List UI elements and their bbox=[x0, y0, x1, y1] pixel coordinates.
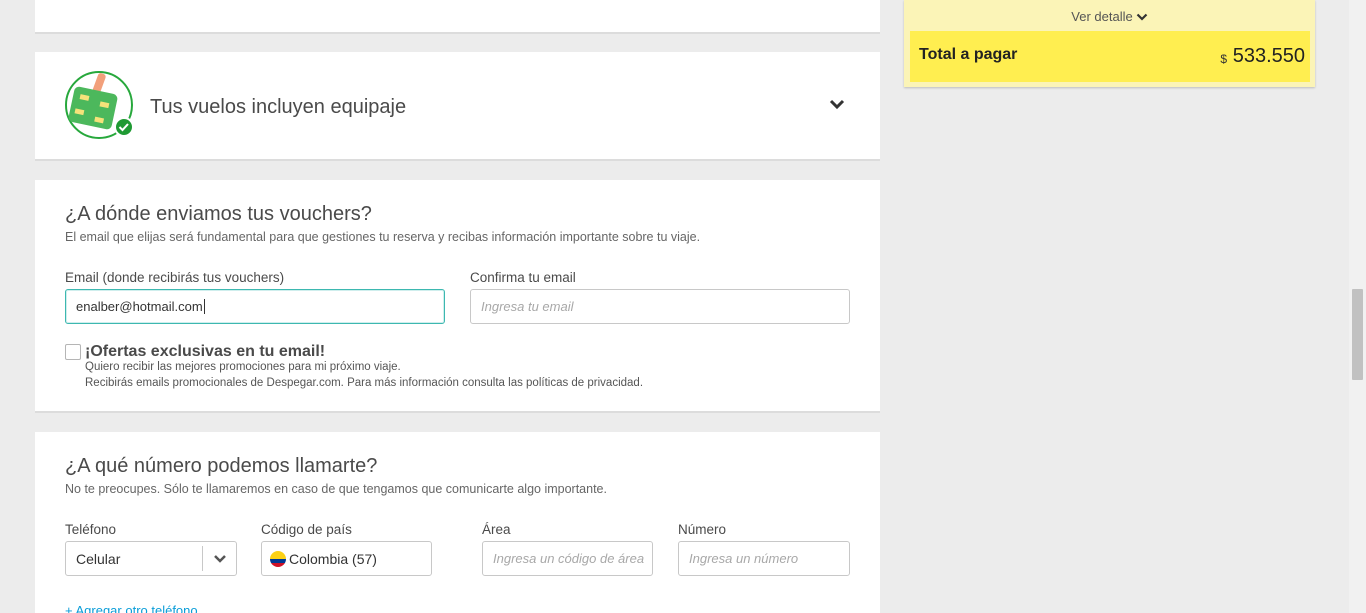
view-detail-label: Ver detalle bbox=[1071, 9, 1133, 24]
scrollbar-thumb[interactable] bbox=[1352, 289, 1363, 380]
offers-title: ¡Ofertas exclusivas en tu email! bbox=[85, 343, 326, 360]
phone-section-title: ¿A qué número podemos llamarte? bbox=[65, 455, 378, 477]
total-label: Total a pagar bbox=[919, 46, 1018, 63]
country-code-select[interactable]: Colombia (57) bbox=[261, 541, 432, 576]
offers-checkbox[interactable] bbox=[65, 344, 81, 360]
number-label: Número bbox=[678, 522, 727, 537]
chevron-down-icon bbox=[203, 554, 236, 564]
total-amount: 533.550 bbox=[1232, 45, 1305, 67]
luggage-title: Tus vuelos incluyen equipaje bbox=[150, 96, 407, 118]
area-code-placeholder: Ingresa un código de área bbox=[493, 551, 645, 566]
colombia-flag-icon bbox=[270, 550, 286, 567]
chevron-down-icon[interactable] bbox=[829, 99, 845, 111]
chevron-down-icon bbox=[1136, 13, 1147, 21]
email-section: ¿A dónde enviamos tus vouchers? El email… bbox=[35, 180, 880, 413]
email-value: enalber@hotmail.com bbox=[76, 299, 203, 314]
confirm-email-field[interactable]: Ingresa tu email bbox=[470, 289, 850, 324]
confirm-email-placeholder: Ingresa tu email bbox=[481, 299, 574, 314]
country-code-label: Código de país bbox=[261, 522, 352, 537]
offers-line-2: Recibirás emails promocionales de Despeg… bbox=[85, 377, 644, 389]
phone-type-label: Teléfono bbox=[65, 522, 117, 537]
email-section-subtitle: El email que elijas será fundamental par… bbox=[65, 230, 701, 244]
total-bar: Total a pagar $ 533.550 bbox=[910, 31, 1310, 82]
total-currency: $ bbox=[1220, 52, 1227, 66]
phone-number-field[interactable]: Ingresa un número bbox=[678, 541, 850, 576]
offers-line-1: Quiero recibir las mejores promociones p… bbox=[85, 361, 401, 373]
phone-type-select[interactable]: Celular bbox=[65, 541, 237, 576]
phone-type-value: Celular bbox=[76, 550, 121, 567]
country-code-value: Colombia (57) bbox=[289, 550, 377, 567]
area-label: Área bbox=[482, 522, 511, 537]
luggage-card: Tus vuelos incluyen equipaje bbox=[35, 52, 880, 161]
email-field[interactable]: enalber@hotmail.com bbox=[65, 289, 445, 324]
text-caret bbox=[203, 299, 205, 314]
price-summary: Ver detalle Total a pagar $ 533.550 bbox=[904, 0, 1315, 87]
phone-number-placeholder: Ingresa un número bbox=[689, 551, 799, 566]
phone-section: ¿A qué número podemos llamarte? No te pr… bbox=[35, 432, 880, 613]
add-phone-link[interactable]: + Agregar otro teléfono bbox=[65, 603, 198, 613]
phone-section-subtitle: No te preocupes. Sólo te llamaremos en c… bbox=[65, 482, 607, 496]
email-section-title: ¿A dónde enviamos tus vouchers? bbox=[65, 203, 372, 225]
confirm-email-label: Confirma tu email bbox=[470, 270, 576, 285]
email-label: Email (donde recibirás tus vouchers) bbox=[65, 270, 285, 285]
area-code-field[interactable]: Ingresa un código de área bbox=[482, 541, 653, 576]
page-scrollbar[interactable] bbox=[1349, 0, 1366, 613]
luggage-check-icon bbox=[65, 71, 134, 139]
view-detail-link[interactable]: Ver detalle bbox=[904, 9, 1315, 24]
top-card bbox=[35, 0, 880, 34]
